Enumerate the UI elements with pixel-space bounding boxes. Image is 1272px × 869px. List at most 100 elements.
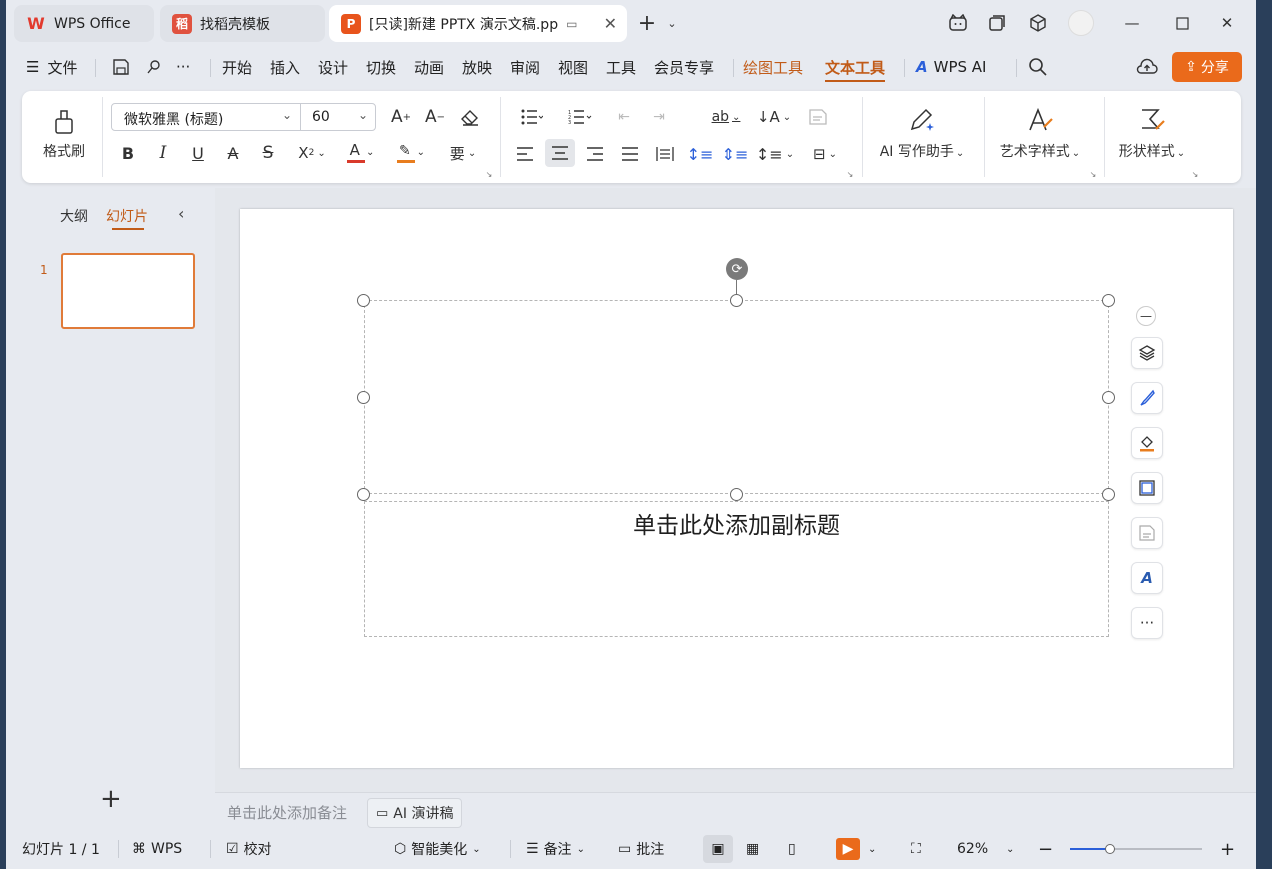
- zoom-level[interactable]: 62%: [957, 835, 988, 863]
- more-options-icon[interactable]: ···: [1131, 607, 1163, 639]
- normal-view-icon[interactable]: ▣: [703, 835, 733, 863]
- menu-animation[interactable]: 动画: [414, 46, 444, 88]
- wps-status-button[interactable]: ⌘ WPS: [132, 835, 182, 863]
- cube-icon[interactable]: [1027, 12, 1049, 34]
- resize-handle-bottom[interactable]: [730, 488, 743, 501]
- numbered-list-icon[interactable]: 123: [562, 105, 598, 129]
- bullet-list-icon[interactable]: [514, 105, 550, 129]
- menu-file[interactable]: ☰ 文件: [26, 46, 77, 88]
- share-button[interactable]: ⇪ 分享: [1172, 52, 1242, 82]
- bold-icon[interactable]: B: [116, 141, 140, 165]
- slide-thumbnail[interactable]: [61, 253, 195, 329]
- resize-handle-top-left[interactable]: [357, 294, 370, 307]
- menu-wps-ai[interactable]: A WPS AI: [916, 46, 986, 88]
- text-direction-icon[interactable]: ab ⌄: [708, 105, 744, 129]
- menu-home[interactable]: 开始: [222, 46, 252, 88]
- tab-wps-office[interactable]: W WPS Office: [14, 5, 154, 42]
- slideshow-options-chevron-icon[interactable]: ⌄: [868, 835, 876, 863]
- close-window-icon[interactable]: ✕: [1216, 12, 1238, 34]
- resize-handle-bottom-right[interactable]: [1102, 488, 1115, 501]
- menu-member[interactable]: 会员专享: [654, 46, 714, 88]
- line-spacing-icon[interactable]: ↕≡: [685, 141, 715, 167]
- menu-view[interactable]: 视图: [558, 46, 588, 88]
- outline-icon[interactable]: [1131, 472, 1163, 504]
- cat-icon[interactable]: [947, 12, 969, 34]
- increase-indent-icon[interactable]: ⇥: [647, 105, 671, 129]
- menu-drawing-tools[interactable]: 绘图工具: [743, 46, 803, 88]
- tab-slides[interactable]: 幻灯片: [106, 206, 148, 226]
- sort-icon[interactable]: ↓A ⌄: [756, 105, 792, 129]
- zoom-out-icon[interactable]: −: [1038, 835, 1053, 863]
- align-right-icon[interactable]: [580, 141, 610, 167]
- search-icon[interactable]: [1028, 46, 1048, 88]
- align-left-icon[interactable]: [510, 141, 540, 167]
- format-painter-button[interactable]: 格式刷: [32, 103, 96, 165]
- font-selector[interactable]: 微软雅黑 (标题) ⌄ 60 ⌄: [111, 103, 376, 131]
- expand-dialog-icon[interactable]: ↘: [484, 169, 494, 179]
- menu-tools[interactable]: 工具: [606, 46, 636, 88]
- expand-dialog-icon[interactable]: ↘: [1088, 169, 1098, 179]
- spacing-dropdown-icon[interactable]: ↕≡ ⌄: [755, 141, 795, 167]
- play-slideshow-button[interactable]: ▶: [836, 838, 860, 860]
- text-box-icon[interactable]: [806, 105, 830, 129]
- wps-ai-float-icon[interactable]: A: [1131, 562, 1163, 594]
- menu-transition[interactable]: 切换: [366, 46, 396, 88]
- shadow-text-icon[interactable]: S: [256, 141, 280, 165]
- menu-slideshow[interactable]: 放映: [462, 46, 492, 88]
- smart-beautify-button[interactable]: ⬡ 智能美化 ⌄: [394, 835, 481, 863]
- proofread-button[interactable]: ☑ 校对: [226, 835, 272, 863]
- art-text-style-button[interactable]: 艺术字样式 ⌄: [992, 103, 1088, 165]
- decrease-indent-icon[interactable]: ⇤: [612, 105, 636, 129]
- text-align-vertical-icon[interactable]: ⊟ ⌄: [805, 141, 845, 167]
- clear-format-icon[interactable]: [458, 105, 482, 129]
- collapse-panel-icon[interactable]: ‹: [178, 204, 184, 223]
- avatar[interactable]: [1068, 10, 1094, 36]
- distribute-icon[interactable]: [650, 141, 680, 167]
- expand-dialog-icon[interactable]: ↘: [845, 169, 855, 179]
- title-placeholder[interactable]: [364, 300, 1109, 494]
- zoom-slider-thumb[interactable]: [1105, 844, 1115, 854]
- ai-writer-button[interactable]: AI 写作助手 ⌄: [872, 103, 972, 165]
- collapse-toolbar-icon[interactable]: —: [1136, 306, 1156, 326]
- shape-fill-brush-icon[interactable]: [1131, 382, 1163, 414]
- font-color-icon[interactable]: A ⌄: [342, 141, 382, 165]
- phonetic-icon[interactable]: 要 ⌄: [443, 141, 483, 165]
- notes-input[interactable]: 单击此处添加备注: [227, 802, 347, 823]
- add-slide-icon[interactable]: +: [100, 784, 122, 814]
- ai-script-button[interactable]: ▭ AI 演讲稿: [367, 798, 463, 828]
- zoom-slider[interactable]: [1070, 844, 1202, 854]
- strikethrough-icon[interactable]: A: [221, 141, 245, 165]
- chevron-down-icon[interactable]: ⌄: [282, 108, 292, 122]
- tab-presentation[interactable]: P [只读]新建 PPTX 演示文稿.pp ▭ ✕: [329, 5, 627, 42]
- minimize-icon[interactable]: —: [1121, 12, 1143, 34]
- layers-icon[interactable]: [1131, 337, 1163, 369]
- reading-view-icon[interactable]: ▯: [788, 835, 796, 863]
- resize-handle-left[interactable]: [357, 391, 370, 404]
- new-tab-icon[interactable]: +: [636, 11, 658, 36]
- rotate-handle-icon[interactable]: ⟳: [726, 258, 748, 280]
- resize-handle-right[interactable]: [1102, 391, 1115, 404]
- subtitle-placeholder[interactable]: 单击此处添加副标题: [364, 501, 1109, 637]
- chevron-down-icon[interactable]: ⌄: [358, 108, 368, 122]
- align-center-icon[interactable]: [545, 139, 575, 167]
- italic-icon[interactable]: I: [151, 141, 175, 165]
- font-size-input[interactable]: 60: [312, 109, 330, 125]
- tab-list-chevron-icon[interactable]: ⌄: [661, 12, 683, 34]
- expand-dialog-icon[interactable]: ↘: [1190, 169, 1200, 179]
- fit-window-icon[interactable]: ⛶: [911, 835, 921, 863]
- underline-icon[interactable]: U: [186, 141, 210, 165]
- menu-insert[interactable]: 插入: [270, 46, 300, 88]
- zoom-dropdown-chevron-icon[interactable]: ⌄: [1006, 835, 1014, 863]
- menu-review[interactable]: 审阅: [510, 46, 540, 88]
- tab-outline[interactable]: 大纲: [60, 206, 88, 226]
- highlight-icon[interactable]: ✎ ⌄: [392, 141, 432, 165]
- paragraph-spacing-icon[interactable]: ⇕≡: [720, 141, 750, 167]
- resize-handle-top[interactable]: [730, 294, 743, 307]
- menu-text-tools[interactable]: 文本工具: [825, 46, 886, 88]
- font-name-input[interactable]: 微软雅黑 (标题): [124, 109, 223, 129]
- resize-handle-top-right[interactable]: [1102, 294, 1115, 307]
- decrease-font-icon[interactable]: A −: [423, 105, 447, 129]
- superscript-icon[interactable]: X 2 ⌄: [292, 141, 332, 165]
- tab-docer-templates[interactable]: 稻 找稻壳模板: [160, 5, 325, 42]
- comments-button[interactable]: ▭ 批注: [618, 835, 664, 863]
